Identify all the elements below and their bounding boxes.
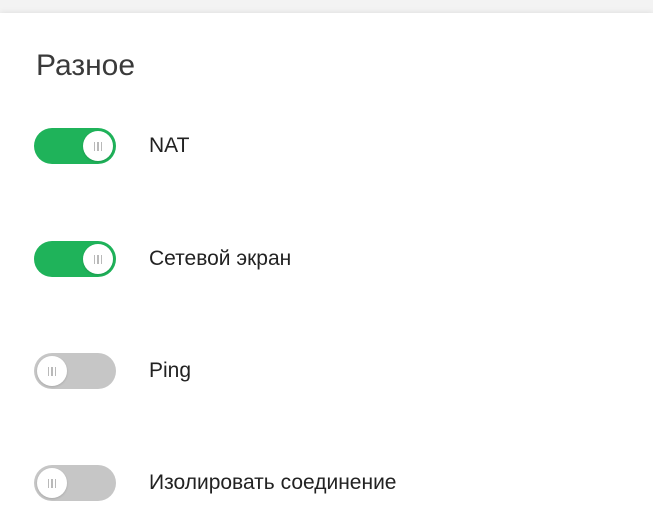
firewall-setting-row: Сетевой экран <box>34 237 291 281</box>
isolate-connection-label: Изолировать соединение <box>149 471 397 494</box>
ping-setting-row: Ping <box>34 349 191 393</box>
nat-setting-row: NAT <box>34 124 189 168</box>
isolate-connection-setting-row: Изолировать соединение <box>34 461 396 505</box>
toggle-knob <box>37 356 67 386</box>
nat-toggle[interactable] <box>34 128 116 164</box>
toggle-knob <box>37 468 67 498</box>
toggle-knob <box>83 244 113 274</box>
grip-icon <box>93 141 103 151</box>
toggle-knob <box>83 131 113 161</box>
grip-icon <box>93 254 103 264</box>
grip-icon <box>47 478 57 488</box>
ping-toggle[interactable] <box>34 353 116 389</box>
misc-settings-panel: Разное NAT Сетевой экран Ping Изолироват… <box>0 13 653 523</box>
nat-label: NAT <box>149 134 190 157</box>
isolate-connection-toggle[interactable] <box>34 465 116 501</box>
section-title: Разное <box>36 49 136 82</box>
grip-icon <box>47 366 57 376</box>
firewall-label: Сетевой экран <box>149 247 292 270</box>
ping-label: Ping <box>149 359 192 382</box>
firewall-toggle[interactable] <box>34 241 116 277</box>
